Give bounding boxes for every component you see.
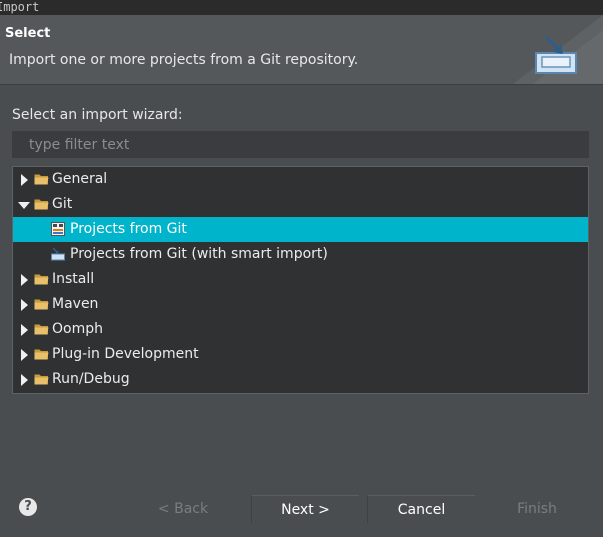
expand-arrow-icon[interactable]	[21, 374, 28, 386]
tree-item-git[interactable]: Git	[13, 192, 588, 217]
tree-item-label: Maven	[52, 296, 99, 312]
cancel-button[interactable]: Cancel	[367, 495, 475, 523]
filter-input[interactable]	[12, 131, 589, 158]
page-description: Import one or more projects from a Git r…	[9, 52, 359, 68]
tree-item-label: Install	[52, 271, 95, 287]
page-title: Select	[5, 26, 51, 41]
tree-item-general[interactable]: General	[13, 167, 588, 192]
folder-icon	[34, 349, 49, 360]
expand-arrow-icon[interactable]	[21, 274, 28, 286]
wizard-list-label: Select an import wizard:	[12, 107, 183, 123]
tree-item-install[interactable]: Install	[13, 267, 588, 292]
expand-arrow-icon[interactable]	[21, 324, 28, 336]
help-icon[interactable]: ?	[19, 498, 37, 516]
folder-icon	[34, 374, 49, 385]
import-project-icon	[51, 247, 65, 261]
folder-icon	[34, 299, 49, 310]
collapse-arrow-icon[interactable]	[18, 202, 30, 209]
wizard-tree[interactable]: General Git Projects from Git Projects f…	[12, 166, 589, 394]
header-separator	[0, 84, 603, 85]
expand-arrow-icon[interactable]	[21, 299, 28, 311]
import-wizard-icon	[513, 15, 603, 84]
tree-item-oomph[interactable]: Oomph	[13, 317, 588, 342]
tree-item-label: Projects from Git (with smart import)	[70, 246, 328, 262]
tree-item-projects-from-git-smart[interactable]: Projects from Git (with smart import)	[13, 242, 588, 267]
expand-arrow-icon[interactable]	[21, 174, 28, 186]
window-title: Import	[0, 0, 603, 15]
next-button[interactable]: Next >	[251, 495, 359, 523]
folder-open-icon	[34, 199, 49, 210]
tree-item-label: Plug-in Development	[52, 346, 199, 362]
tree-item-label: Run/Debug	[52, 371, 130, 387]
tree-item-label: Oomph	[52, 321, 103, 337]
tree-item-label: Git	[52, 196, 73, 212]
tree-item-run-debug[interactable]: Run/Debug	[13, 367, 588, 392]
folder-icon	[34, 174, 49, 185]
folder-icon	[34, 324, 49, 335]
tree-item-projects-from-git[interactable]: Projects from Git	[13, 217, 588, 242]
finish-button[interactable]: Finish	[483, 495, 591, 523]
folder-icon	[34, 274, 49, 285]
tree-item-plugin-development[interactable]: Plug-in Development	[13, 342, 588, 367]
back-button[interactable]: < Back	[129, 495, 237, 523]
tree-item-label: General	[52, 171, 108, 187]
tree-item-maven[interactable]: Maven	[13, 292, 588, 317]
expand-arrow-icon[interactable]	[21, 349, 28, 361]
wizard-header: Select Import one or more projects from …	[0, 15, 603, 84]
git-repository-icon	[51, 222, 65, 236]
tree-item-label: Projects from Git	[70, 221, 187, 237]
